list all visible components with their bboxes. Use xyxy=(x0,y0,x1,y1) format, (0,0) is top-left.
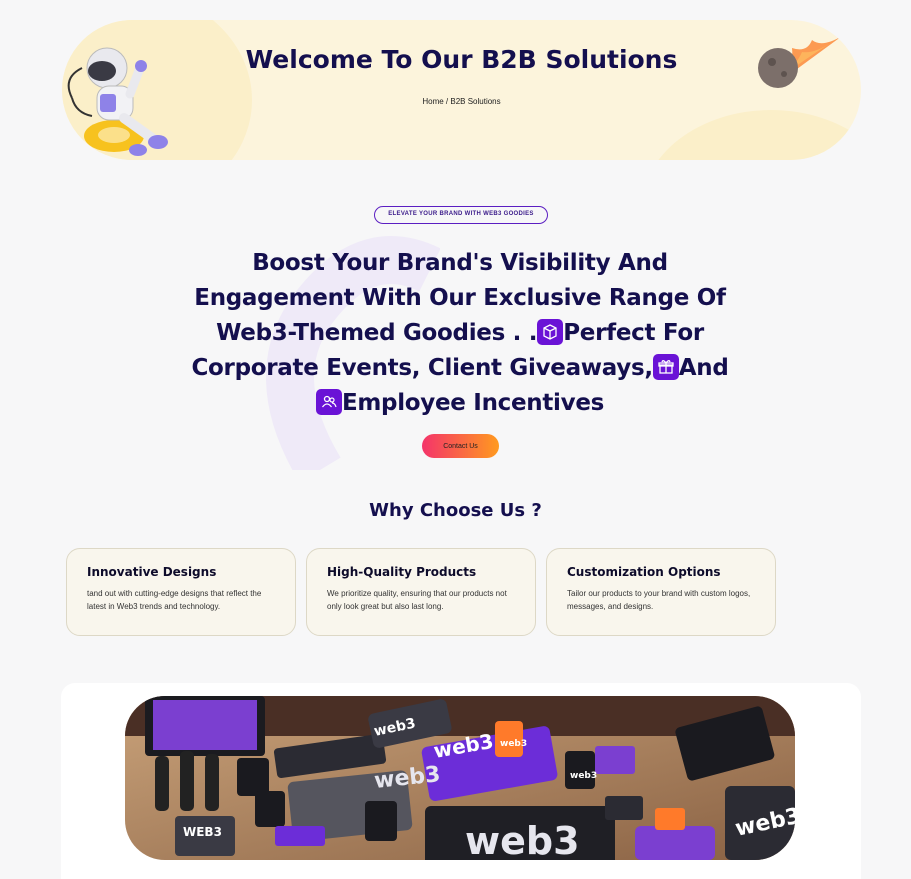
feature-card-text: Tailor our products to your brand with c… xyxy=(567,589,751,611)
page-title: Welcome To Our B2B Solutions xyxy=(245,45,678,74)
why-choose-us-heading: Why Choose Us ? xyxy=(369,500,542,521)
merch-label: web3 xyxy=(570,771,597,781)
contact-us-button[interactable]: Contact Us xyxy=(422,434,499,458)
feature-card-text: tand out with cutting-edge designs that … xyxy=(87,589,262,611)
cube-icon xyxy=(537,319,564,345)
merch-label: web3 xyxy=(500,739,527,749)
hero-banner: Welcome To Our B2B Solutions Home / B2B … xyxy=(62,20,861,160)
users-icon xyxy=(315,389,342,415)
gift-icon xyxy=(652,354,679,380)
merch-label: web3 xyxy=(465,819,580,860)
feature-card-title: Innovative Designs xyxy=(87,565,217,579)
headline-text-3: And xyxy=(678,355,729,381)
merch-label: WEB3 xyxy=(183,825,222,839)
headline-text-4: Employee Incentives xyxy=(341,390,605,416)
hero-blob-right xyxy=(641,110,861,160)
web3-merch-photo: web3 web3 web3 web3 web3 web3 web3 WEB3 xyxy=(125,696,795,860)
feature-card-title: Customization Options xyxy=(567,565,721,579)
feature-card-quality: High-Quality Products We prioritize qual… xyxy=(306,548,536,636)
section-badge: ELEVATE YOUR BRAND WITH WEB3 GOODIES xyxy=(374,206,548,224)
feature-card-title: High-Quality Products xyxy=(327,565,477,579)
feature-card-innovative: Innovative Designs tand out with cutting… xyxy=(66,548,296,636)
feature-card-customization: Customization Options Tailor our product… xyxy=(546,548,776,636)
product-gallery-section: web3 web3 web3 web3 web3 web3 web3 WEB3 xyxy=(61,683,861,879)
feature-card-text: We prioritize quality, ensuring that our… xyxy=(327,589,507,611)
merch-photo-illustration: web3 web3 web3 web3 web3 web3 web3 WEB3 xyxy=(125,696,795,860)
main-headline: Boost Your Brand's Visibility And Engage… xyxy=(180,246,740,421)
breadcrumb[interactable]: Home / B2B Solutions xyxy=(62,97,861,106)
